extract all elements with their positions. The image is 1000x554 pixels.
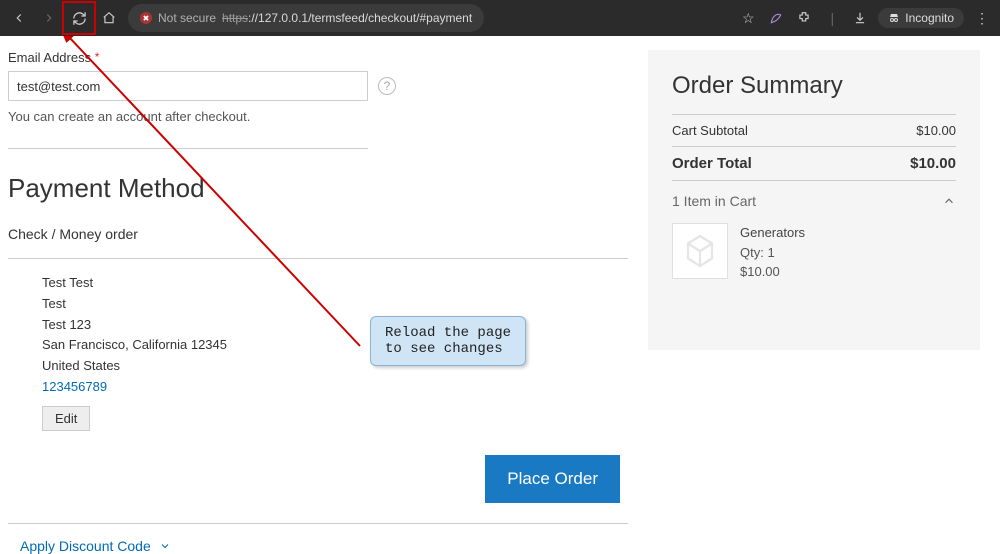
address-country: United States xyxy=(42,356,628,377)
feather-icon[interactable] xyxy=(766,11,786,25)
item-qty: Qty: 1 xyxy=(740,243,805,263)
browser-toolbar: ✖ Not secure https://127.0.0.1/termsfeed… xyxy=(0,0,1000,36)
account-note: You can create an account after checkout… xyxy=(8,109,628,124)
payment-method-label: Check / Money order xyxy=(8,226,628,242)
order-summary-panel: Order Summary Cart Subtotal $10.00 Order… xyxy=(648,50,980,350)
item-price: $10.00 xyxy=(740,262,805,282)
help-icon[interactable]: ? xyxy=(378,77,396,95)
cart-item: Generators Qty: 1 $10.00 xyxy=(672,223,956,282)
address-street: Test 123 xyxy=(42,315,628,336)
extensions-icon[interactable] xyxy=(794,11,814,25)
billing-address: Test Test Test Test 123 San Francisco, C… xyxy=(8,273,628,431)
edit-address-button[interactable]: Edit xyxy=(42,406,90,431)
danger-icon: ✖ xyxy=(140,12,152,24)
url-text: https://127.0.0.1/termsfeed/checkout/#pa… xyxy=(222,11,472,25)
total-row: Order Total $10.00 xyxy=(672,146,956,180)
email-label: Email Address * xyxy=(8,50,628,65)
address-city: San Francisco, California 12345 xyxy=(42,335,628,356)
product-thumbnail xyxy=(672,223,728,279)
forward-button[interactable] xyxy=(38,7,60,29)
divider xyxy=(8,523,628,524)
address-phone: 123456789 xyxy=(42,377,628,398)
home-button[interactable] xyxy=(98,7,120,29)
reload-button[interactable] xyxy=(68,7,90,29)
download-icon[interactable] xyxy=(850,11,870,25)
cart-items-toggle[interactable]: 1 Item in Cart xyxy=(672,180,956,217)
summary-title: Order Summary xyxy=(672,72,956,100)
subtotal-row: Cart Subtotal $10.00 xyxy=(672,114,956,146)
chevron-down-icon xyxy=(159,540,171,552)
back-button[interactable] xyxy=(8,7,30,29)
discount-toggle[interactable]: Apply Discount Code xyxy=(8,538,628,554)
chevron-up-icon xyxy=(942,194,956,208)
item-name: Generators xyxy=(740,223,805,243)
divider xyxy=(8,258,628,259)
email-input[interactable] xyxy=(8,71,368,101)
annotation-tooltip: Reload the page to see changes xyxy=(370,316,526,366)
star-icon[interactable]: ☆ xyxy=(738,10,758,27)
address-company: Test xyxy=(42,294,628,315)
incognito-badge[interactable]: Incognito xyxy=(878,8,964,28)
address-bar[interactable]: ✖ Not secure https://127.0.0.1/termsfeed… xyxy=(128,4,484,32)
menu-icon[interactable]: ⋮ xyxy=(972,10,992,27)
security-label: Not secure xyxy=(158,11,216,25)
place-order-button[interactable]: Place Order xyxy=(485,455,620,503)
separator: | xyxy=(822,10,842,26)
address-name: Test Test xyxy=(42,273,628,294)
payment-heading: Payment Method xyxy=(8,173,628,204)
divider xyxy=(8,148,368,149)
